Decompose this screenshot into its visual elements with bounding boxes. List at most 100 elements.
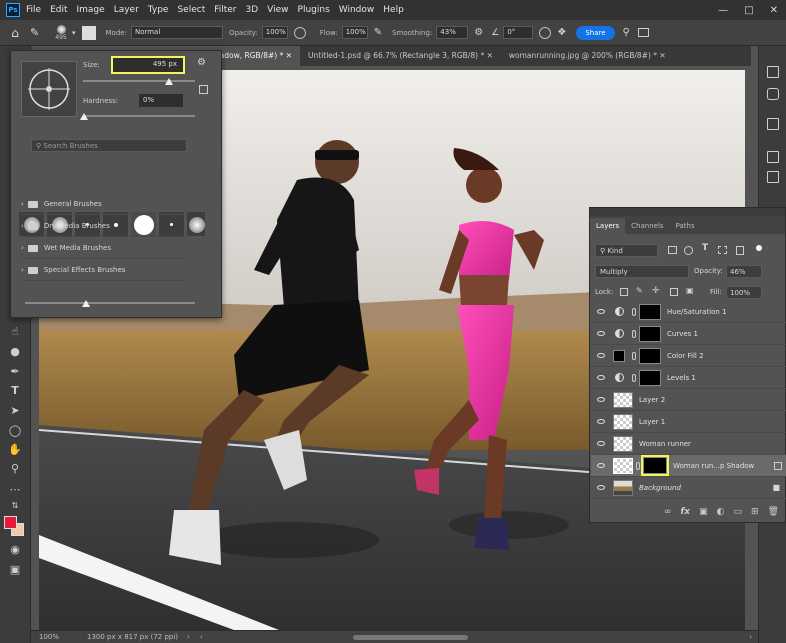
- fill-color-thumb[interactable]: [613, 349, 625, 362]
- brush-tip-7[interactable]: [186, 211, 206, 237]
- brush-angle-icon[interactable]: [22, 62, 76, 116]
- eye-icon[interactable]: [597, 397, 605, 402]
- eye-icon[interactable]: [597, 485, 605, 490]
- ellipse-tool-icon[interactable]: ◯: [6, 423, 24, 439]
- maximize-icon[interactable]: □: [744, 5, 753, 16]
- layer-mask-thumb[interactable]: [641, 455, 669, 476]
- folder-dry-media-brushes[interactable]: › Dry Media Brushes: [21, 216, 186, 237]
- layer-mask-thumb[interactable]: [639, 347, 661, 364]
- new-adjustment-icon[interactable]: ◐: [717, 507, 725, 517]
- chevron-down-icon[interactable]: ▾: [72, 29, 76, 37]
- preview-size-thumb[interactable]: [82, 300, 90, 307]
- menu-plugins[interactable]: Plugins: [298, 5, 330, 15]
- size-field[interactable]: 495 px: [111, 56, 185, 74]
- new-group-icon[interactable]: ▭: [734, 507, 743, 517]
- blend-mode-select[interactable]: Multiply: [595, 265, 689, 278]
- pressure-size-icon[interactable]: [539, 26, 552, 39]
- type-tool-icon[interactable]: T: [6, 383, 24, 399]
- dodge-tool-icon[interactable]: ●: [6, 344, 24, 360]
- comments-icon[interactable]: [767, 88, 779, 100]
- layer-row-layer-1[interactable]: Layer 1: [591, 411, 786, 433]
- lock-image-icon[interactable]: ✎: [636, 286, 643, 295]
- folder-general-brushes[interactable]: › General Brushes: [21, 194, 186, 215]
- folder-wet-media-brushes[interactable]: › Wet Media Brushes: [21, 238, 186, 259]
- new-preset-icon[interactable]: [199, 85, 208, 94]
- opacity-field[interactable]: 100%: [261, 26, 288, 39]
- size-slider[interactable]: [83, 80, 195, 82]
- link-layers-icon[interactable]: ∞: [664, 507, 672, 517]
- brush-tool-icon[interactable]: ✎: [30, 26, 50, 39]
- layer-row-hue-saturation[interactable]: Hue/Saturation 1: [591, 301, 786, 323]
- layer-row-color-fill[interactable]: Color Fill 2: [591, 345, 786, 367]
- history-icon[interactable]: [767, 66, 779, 78]
- tab-untitled-1[interactable]: Untitled-1.psd @ 66.7% (Rectangle 3, RGB…: [300, 46, 501, 66]
- filter-smart-object-icon[interactable]: [736, 246, 744, 255]
- layer-opacity-field[interactable]: 46%: [726, 265, 762, 278]
- layer-mask-thumb[interactable]: [639, 303, 661, 320]
- filter-shape-icon[interactable]: [718, 246, 727, 254]
- smoothing-field[interactable]: 43%: [436, 26, 469, 39]
- close-icon[interactable]: ✕: [487, 51, 493, 60]
- scroll-right-icon[interactable]: ›: [749, 633, 752, 641]
- airbrush-icon[interactable]: ✎: [374, 27, 382, 38]
- lock-artboard-icon[interactable]: [670, 288, 678, 296]
- add-mask-icon[interactable]: ▣: [699, 507, 708, 517]
- angle-field[interactable]: 0°: [503, 26, 534, 39]
- menu-view[interactable]: View: [267, 5, 288, 15]
- foreground-color-swatch[interactable]: [4, 516, 17, 529]
- filter-adjustment-icon[interactable]: [684, 246, 693, 255]
- swap-colors-icon[interactable]: ⇅: [6, 498, 24, 514]
- menu-select[interactable]: Select: [177, 5, 205, 15]
- horizontal-scrollbar[interactable]: [352, 634, 468, 640]
- zoom-tool-icon[interactable]: ⚲: [6, 461, 24, 477]
- symmetry-icon[interactable]: ❖: [557, 27, 566, 38]
- folder-special-effects-brushes[interactable]: › Special Effects Brushes: [21, 260, 186, 281]
- lock-all-icon[interactable]: ▣: [686, 286, 694, 295]
- tab-channels[interactable]: Channels: [625, 218, 669, 234]
- pressure-opacity-icon[interactable]: [293, 26, 306, 39]
- filter-pixel-icon[interactable]: [668, 246, 677, 254]
- zoom-level[interactable]: 100%: [39, 633, 87, 641]
- menu-window[interactable]: Window: [339, 5, 375, 15]
- mode-select[interactable]: Normal: [130, 26, 223, 39]
- eye-icon[interactable]: [597, 375, 605, 380]
- smudge-tool-icon[interactable]: ☝: [6, 324, 24, 340]
- layer-row-curves[interactable]: Curves 1: [591, 323, 786, 345]
- eye-icon[interactable]: [597, 353, 605, 358]
- layer-mask-thumb[interactable]: [639, 325, 661, 342]
- properties-icon[interactable]: [767, 118, 779, 130]
- menu-layer[interactable]: Layer: [114, 5, 139, 15]
- minimize-icon[interactable]: —: [718, 5, 728, 16]
- flow-field[interactable]: 100%: [341, 26, 368, 39]
- quick-mask-icon[interactable]: ◉: [6, 542, 24, 558]
- layer-row-background[interactable]: Background ■: [591, 477, 786, 499]
- size-slider-thumb[interactable]: [165, 78, 173, 85]
- menu-help[interactable]: Help: [383, 5, 404, 15]
- delete-layer-icon[interactable]: 🗑: [768, 507, 779, 517]
- close-icon[interactable]: ✕: [659, 51, 665, 60]
- libraries-icon[interactable]: [767, 151, 779, 163]
- brush-preset-picker[interactable]: 495: [50, 24, 72, 41]
- hardness-slider-thumb[interactable]: [80, 113, 88, 120]
- lock-position-icon[interactable]: ✛: [652, 286, 660, 296]
- close-icon[interactable]: ✕: [770, 5, 778, 16]
- status-arrow-icon[interactable]: ›: [187, 633, 190, 641]
- layer-row-levels[interactable]: Levels 1: [591, 367, 786, 389]
- eye-icon[interactable]: [597, 331, 605, 336]
- lock-transparent-icon[interactable]: [620, 288, 628, 296]
- layer-mask-thumb[interactable]: [639, 369, 661, 386]
- search-icon[interactable]: ⚲: [623, 27, 630, 38]
- filter-toggle-icon[interactable]: [756, 245, 762, 251]
- workspace-icon[interactable]: [637, 28, 649, 37]
- close-icon[interactable]: ✕: [286, 51, 292, 60]
- eye-icon[interactable]: [597, 463, 605, 468]
- eye-icon[interactable]: [597, 441, 605, 446]
- hardness-field[interactable]: 0%: [139, 94, 183, 107]
- menu-image[interactable]: Image: [77, 5, 105, 15]
- pen-tool-icon[interactable]: ✒: [6, 364, 24, 380]
- layer-row-woman-runner[interactable]: Woman runner: [591, 433, 786, 455]
- path-selection-tool-icon[interactable]: ➤: [6, 403, 24, 419]
- document-info[interactable]: 1300 px x 817 px (72 ppi): [87, 633, 187, 641]
- tab-layers[interactable]: Layers: [590, 218, 626, 234]
- menu-file[interactable]: File: [26, 5, 41, 15]
